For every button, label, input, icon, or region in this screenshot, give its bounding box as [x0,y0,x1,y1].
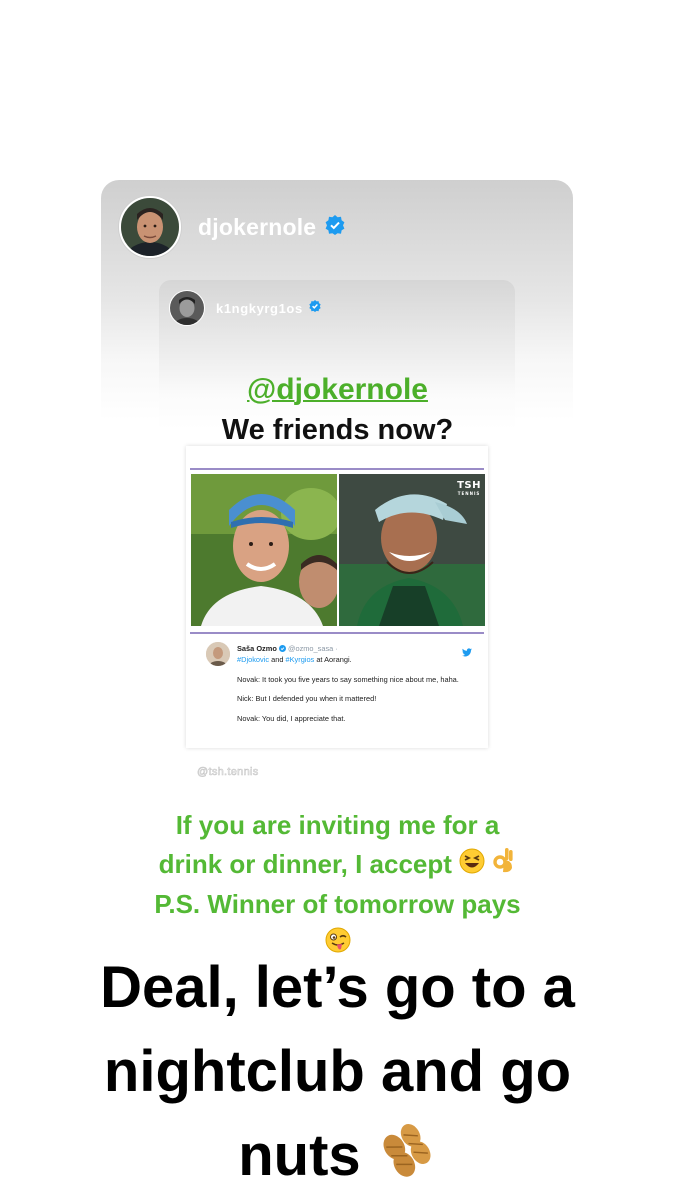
verified-badge-icon [325,214,345,240]
reply-green-line-2-wrap: drink or dinner, I accept [0,845,675,885]
mention-djokernole[interactable]: @djokernole [0,373,675,407]
k1ngkyrg1os-avatar[interactable] [169,290,205,326]
twitter-bird-icon [462,648,472,659]
reply-green-line-2: drink or dinner, I accept [158,848,452,879]
tsh-tennis-logo: TSH TENNIS [457,480,481,496]
reply-black-line-3: nuts [238,1123,361,1188]
post-top-divider [190,468,484,470]
kyrgios-reply-text: Deal, let’s go to a nightclub and go nut… [0,946,675,1202]
reply-black-line-1: Deal, let’s go to a [100,955,575,1020]
kyrgios-photo: TSH TENNIS [339,474,485,626]
tweet-author-name: Saša Ozmo [237,644,277,653]
djokernole-avatar[interactable] [119,196,181,258]
djokernole-username[interactable]: djokernole [198,214,316,241]
djokernole-reply-text: If you are inviting me for a drink or di… [0,806,675,964]
inner-story-header[interactable]: k1ngkyrg1os [169,290,321,326]
tweet-hashtags-line: #Djokovic and #Kyrgios at Aorangi. [237,655,352,664]
tweet-line-2: Nick: But I defended you when it mattere… [237,694,377,703]
reply-green-line-3: P.S. Winner of tomorrow pays [154,888,521,919]
reply-black-line-3-wrap: nuts [0,1114,675,1202]
verified-badge-icon [309,299,321,317]
post-mid-divider [190,632,484,634]
reply-green-line-1: If you are inviting me for a [175,810,500,840]
reply-black-line-2: nightclub and go [103,1039,572,1104]
tweet-line-3: Novak: You did, I appreciate that. [237,714,346,723]
story-question-text: We friends now? [221,414,454,446]
tweet-line-1: Novak: It took you five years to say som… [237,675,459,684]
embedded-post[interactable]: TSH TENNIS Saša Ozmo @ozmo_sasa · #Djoko… [186,446,488,748]
peanuts-emoji [377,1118,437,1202]
ok-hand-emoji [492,846,516,885]
tweet-text-location: at Aorangi. [314,655,352,664]
tweet-author-avatar [206,642,230,666]
hashtag-djokovic: #Djokovic [237,655,270,664]
djokovic-photo [191,474,337,626]
k1ngkyrg1os-username[interactable]: k1ngkyrg1os [216,301,303,316]
tweet-author-handle: @ozmo_sasa · [287,644,338,653]
shared-story-header[interactable]: djokernole [119,196,345,258]
verified-badge-icon [278,645,286,652]
hashtag-kyrgios: #Kyrgios [285,655,315,664]
tweet-text-and: and [269,655,286,664]
tsh-tennis-watermark: @tsh.tennis [197,766,259,779]
tweet-header: Saša Ozmo @ozmo_sasa · [237,644,338,653]
laughing-face-emoji [459,846,485,885]
